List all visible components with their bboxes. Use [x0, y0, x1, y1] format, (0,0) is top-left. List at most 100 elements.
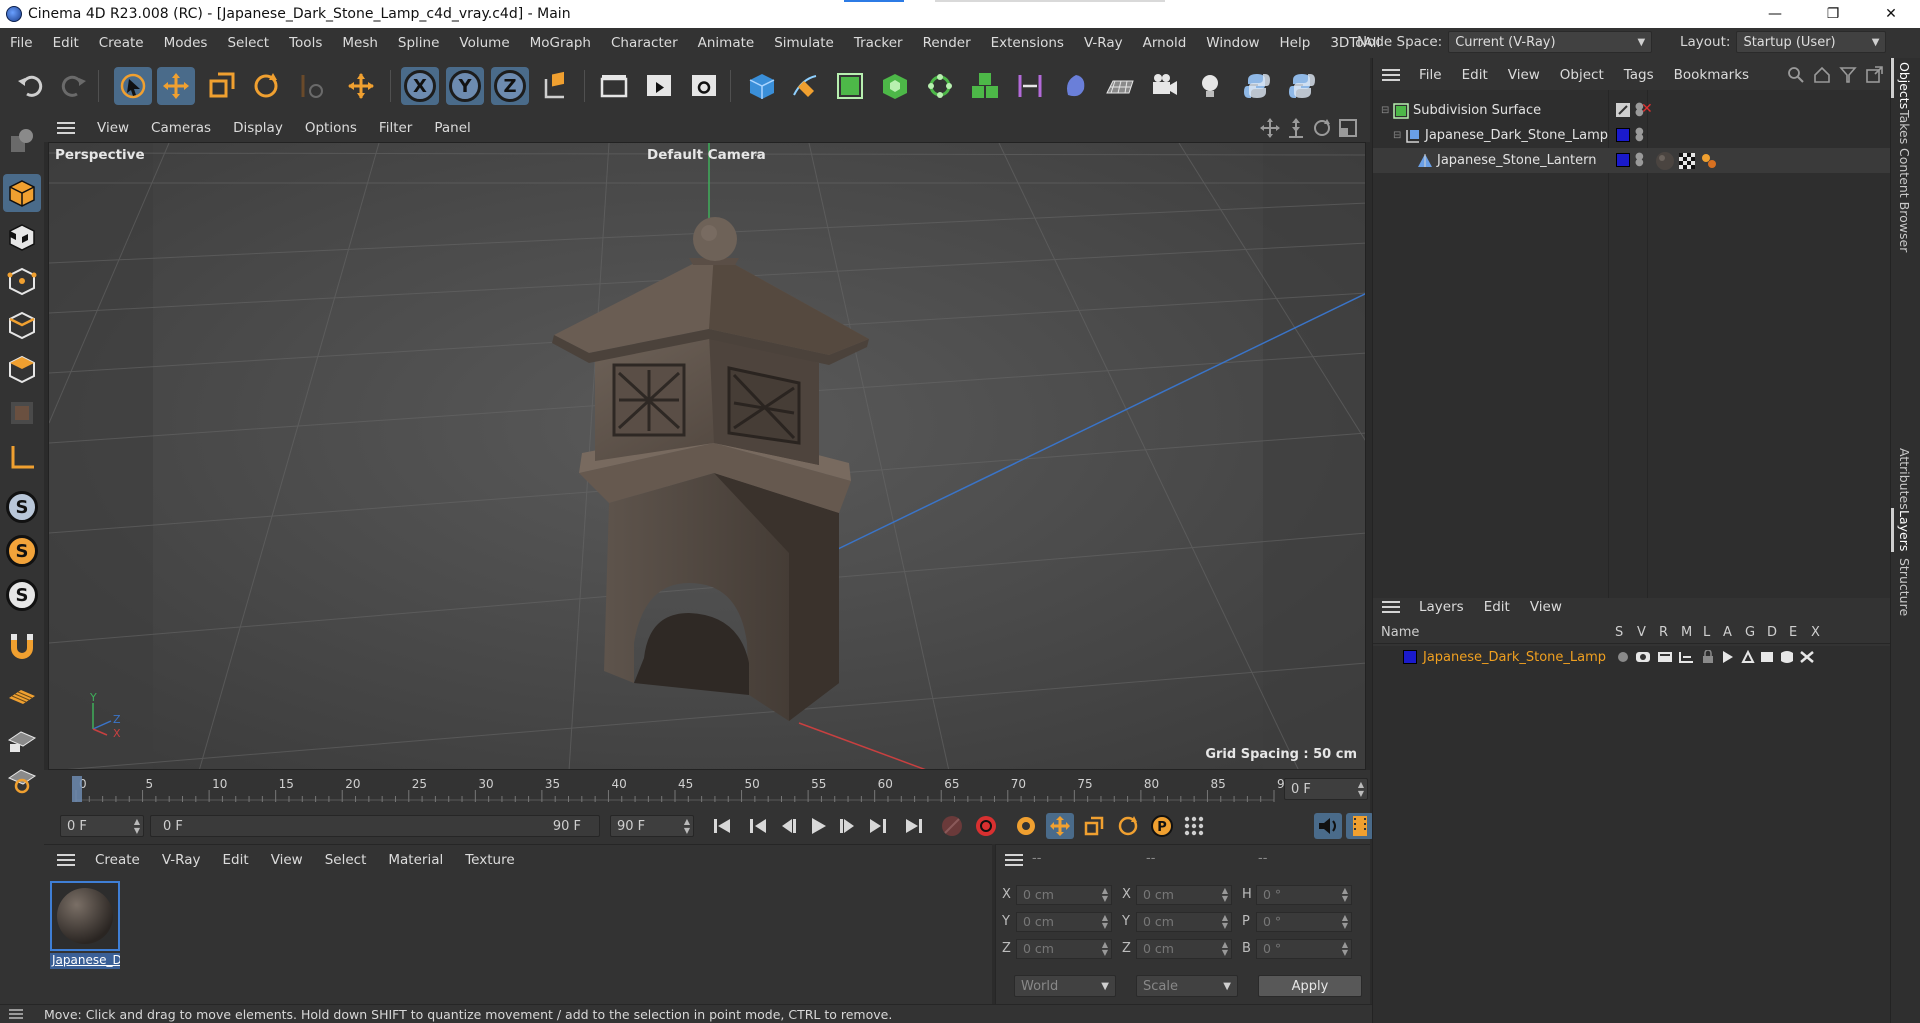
pos-y-field[interactable]: 0 cm ▲ ▼	[1016, 912, 1112, 932]
edit-check-icon[interactable]	[1616, 103, 1630, 117]
planar-workplane-button[interactable]	[3, 760, 41, 798]
minimize-button[interactable]: —	[1746, 0, 1804, 28]
layers-col-animation[interactable]: A	[1723, 625, 1732, 640]
layer-menu-view[interactable]: View	[1520, 599, 1572, 615]
object-row-japanese-dark-stone-lamp[interactable]: ⊟ Japanese_Dark_Stone_Lamp ● ●	[1373, 123, 1891, 148]
extrude-button[interactable]	[876, 67, 914, 105]
layer-color-swatch[interactable]	[1403, 650, 1417, 664]
x-axis-toggle[interactable]: X	[401, 67, 439, 105]
layers-col-locked[interactable]: L	[1703, 625, 1710, 640]
layers-col-manager[interactable]: M	[1681, 625, 1692, 640]
rot-b-field[interactable]: 0 ° ▲ ▼	[1256, 939, 1352, 959]
texture-mode-button[interactable]	[3, 218, 41, 256]
hamburger-menu-icon[interactable]	[8, 1008, 24, 1020]
menu-extensions[interactable]: Extensions	[981, 35, 1074, 51]
collapse-toggle-icon[interactable]: ⊟	[1393, 130, 1401, 141]
close-button[interactable]: ✕	[1862, 0, 1920, 28]
layer-color-swatch[interactable]	[1616, 128, 1630, 142]
restore-button[interactable]: ❐	[1804, 0, 1862, 28]
solo-off-button[interactable]: S	[3, 488, 41, 526]
vray-tag-icon[interactable]	[1701, 153, 1717, 169]
timeline-ruler[interactable]: 051015202530354045505560657075808590	[70, 776, 1296, 804]
object-menu-file[interactable]: File	[1409, 67, 1452, 83]
menu-arnold[interactable]: Arnold	[1133, 35, 1197, 51]
play-button[interactable]	[804, 813, 832, 839]
render-to-picture-viewer-button[interactable]	[640, 67, 678, 105]
viewport-menu-options[interactable]: Options	[294, 120, 368, 136]
cloner-button[interactable]	[921, 67, 959, 105]
menu-edit[interactable]: Edit	[43, 35, 89, 51]
previous-frame-button[interactable]	[774, 813, 802, 839]
menu-spline[interactable]: Spline	[388, 35, 450, 51]
snap-button[interactable]	[3, 626, 41, 664]
object-row-japanese-stone-lantern[interactable]: Japanese_Stone_Lantern ● ●	[1373, 148, 1891, 173]
move-tool-button[interactable]	[157, 67, 195, 105]
render-view-button[interactable]	[595, 67, 633, 105]
layers-col-deformers[interactable]: D	[1767, 625, 1777, 640]
material-name-label[interactable]: Japanese_D	[50, 953, 120, 969]
menu-file[interactable]: File	[0, 35, 43, 51]
object-menu-tags[interactable]: Tags	[1614, 67, 1664, 83]
menu-tracker[interactable]: Tracker	[844, 35, 913, 51]
object-menu-object[interactable]: Object	[1550, 67, 1614, 83]
hamburger-menu-icon[interactable]	[1381, 600, 1401, 614]
menu-volume[interactable]: Volume	[449, 35, 519, 51]
layer-menu-edit[interactable]: Edit	[1474, 599, 1520, 615]
layers-col-name[interactable]: Name	[1381, 625, 1419, 640]
menu-vray[interactable]: V-Ray	[1074, 35, 1133, 51]
size-x-field[interactable]: 0 cm ▲ ▼	[1136, 885, 1232, 905]
object-menu-view[interactable]: View	[1498, 67, 1550, 83]
autokey-button[interactable]	[972, 813, 1000, 839]
disable-x-icon[interactable]: ✕	[1641, 101, 1653, 117]
pos-x-field[interactable]: 0 cm ▲ ▼	[1016, 885, 1112, 905]
menu-simulate[interactable]: Simulate	[764, 35, 844, 51]
material-menu-select[interactable]: Select	[314, 852, 378, 868]
viewport-menu-display[interactable]: Display	[222, 120, 294, 136]
home-icon[interactable]	[1813, 66, 1831, 84]
next-frame-button[interactable]	[834, 813, 862, 839]
tab-layers[interactable]: Layers	[1897, 510, 1912, 551]
menu-window[interactable]: Window	[1196, 35, 1269, 51]
menu-tools[interactable]: Tools	[279, 35, 332, 51]
hamburger-menu-icon[interactable]	[1381, 68, 1401, 82]
tab-structure[interactable]: Structure	[1897, 558, 1912, 616]
lock-workplane-button[interactable]	[3, 720, 41, 758]
material-menu-texture[interactable]: Texture	[454, 852, 525, 868]
rot-h-field[interactable]: 0 ° ▲ ▼	[1256, 885, 1352, 905]
key-scale-button[interactable]	[1080, 813, 1108, 839]
menu-modes[interactable]: Modes	[154, 35, 218, 51]
object-menu-bookmarks[interactable]: Bookmarks	[1664, 67, 1759, 83]
previous-key-button[interactable]	[744, 813, 772, 839]
layers-col-render[interactable]: R	[1659, 625, 1668, 640]
workplane-button[interactable]	[3, 676, 41, 714]
checker-texture-tag-icon[interactable]	[1679, 153, 1695, 169]
pen-spline-button[interactable]	[786, 67, 824, 105]
viewport-menu-view[interactable]: View	[86, 120, 140, 136]
point-mode-button[interactable]	[3, 262, 41, 300]
rot-p-field[interactable]: 0 ° ▲ ▼	[1256, 912, 1352, 932]
menu-render[interactable]: Render	[913, 35, 981, 51]
collapse-toggle-icon[interactable]: ⊟	[1381, 105, 1389, 116]
menu-character[interactable]: Character	[601, 35, 688, 51]
scale-tool-button[interactable]	[202, 67, 240, 105]
material-menu-edit[interactable]: Edit	[212, 852, 260, 868]
solo-hierarchy-button[interactable]: S	[3, 576, 41, 614]
object-row-subdivision-surface[interactable]: ⊟ Subdivision Surface ● ● ✕	[1373, 98, 1891, 123]
tab-takes[interactable]: Takes	[1897, 110, 1912, 144]
material-menu-vray[interactable]: V-Ray	[151, 852, 212, 868]
end-frame-field[interactable]: 90 F ▲ ▼	[610, 815, 694, 837]
layout-dropdown[interactable]: Startup (User) ▼	[1736, 31, 1887, 53]
new-window-icon[interactable]	[1865, 66, 1883, 84]
layer-row[interactable]: Japanese_Dark_Stone_Lamp	[1373, 646, 1891, 668]
maximize-view-icon[interactable]	[1338, 118, 1358, 138]
hamburger-menu-icon[interactable]	[1004, 853, 1024, 867]
tab-attributes[interactable]: Attributes	[1897, 448, 1912, 510]
layers-col-xref[interactable]: X	[1811, 625, 1820, 640]
rotate-tool-button[interactable]	[247, 67, 285, 105]
redo-button[interactable]	[55, 67, 93, 105]
keyframe-selection-button[interactable]	[1012, 813, 1040, 839]
material-menu-view[interactable]: View	[260, 852, 314, 868]
pan-view-icon[interactable]	[1260, 118, 1280, 138]
model-mode-button[interactable]	[3, 174, 41, 212]
coordinate-mode-dropdown[interactable]: Scale ▼	[1136, 975, 1238, 997]
